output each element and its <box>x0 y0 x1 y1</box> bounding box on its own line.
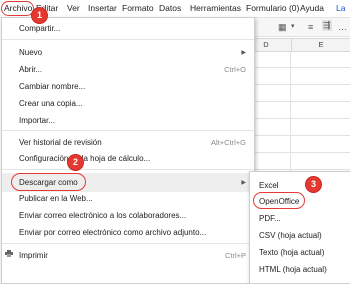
grid-icon[interactable]: ▦ <box>278 22 287 33</box>
step-badge-3: 3 <box>306 177 321 192</box>
highlight-ring-archivo <box>1 1 34 16</box>
menu-item-configuracion[interactable]: Configuración de la hoja de cálculo... <box>19 154 150 163</box>
menu-item-cambiar-nombre[interactable]: Cambiar nombre... <box>19 82 85 91</box>
menu-formulario[interactable]: Formulario (0) <box>246 3 299 13</box>
submenu-item-csv[interactable]: CSV (hoja actual) <box>259 231 322 240</box>
menu-separator <box>2 169 254 170</box>
menu-last-edit-link[interactable]: La <box>336 3 345 13</box>
menu-item-enviar-adjunto[interactable]: Enviar por correo electrónico como archi… <box>19 228 206 237</box>
menu-separator <box>2 39 254 40</box>
menu-item-enviar-colaboradores[interactable]: Enviar correo electrónico a los colabora… <box>19 211 186 220</box>
menu-item-imprimir[interactable]: Imprimir <box>19 251 48 260</box>
menu-ayuda[interactable]: Ayuda <box>300 3 324 13</box>
menu-separator <box>2 243 254 244</box>
submenu-item-excel[interactable]: Excel <box>259 181 279 190</box>
download-submenu: Excel OpenOffice PDF... CSV (hoja actual… <box>249 171 350 284</box>
submenu-item-pdf[interactable]: PDF... <box>259 214 281 223</box>
menu-item-publicar[interactable]: Publicar en la Web... <box>19 194 93 203</box>
dropdown-icon[interactable]: ▾ <box>291 22 295 30</box>
toolbar <box>240 18 350 37</box>
submenu-arrow-icon: ▶ <box>241 50 246 56</box>
menu-item-crear-copia[interactable]: Crear una copia... <box>19 99 83 108</box>
step-badge-2: 2 <box>68 155 83 170</box>
printer-icon <box>5 250 13 257</box>
submenu-item-html[interactable]: HTML (hoja actual) <box>259 265 327 274</box>
submenu-item-texto[interactable]: Texto (hoja actual) <box>259 248 324 257</box>
column-header-e[interactable]: E <box>291 38 350 52</box>
menu-bar: Archivo Editar Ver Insertar Formato Dato… <box>0 0 350 18</box>
step-badge-1: 1 <box>32 8 47 23</box>
shortcut-abrir: Ctrl+O <box>224 65 246 74</box>
menu-item-abrir[interactable]: Abrir... <box>19 65 42 74</box>
menu-datos[interactable]: Datos <box>159 3 181 13</box>
menu-insertar[interactable]: Insertar <box>88 3 117 13</box>
menu-ver[interactable]: Ver <box>67 3 80 13</box>
menu-item-nuevo[interactable]: Nuevo <box>19 48 42 57</box>
more-icon[interactable]: … <box>338 22 347 32</box>
shortcut-historial: Alt+Ctrl+G <box>210 138 246 147</box>
submenu-arrow-icon: ▶ <box>241 180 246 186</box>
highlight-ring-descargar <box>11 173 86 191</box>
menu-item-compartir[interactable]: Compartir... <box>19 24 60 33</box>
shortcut-imprimir: Ctrl+P <box>224 251 246 260</box>
menu-item-historial[interactable]: Ver historial de revisión <box>19 138 102 147</box>
menu-item-importar[interactable]: Importar... <box>19 116 55 125</box>
file-menu: Compartir... Nuevo ▶ Abrir... Ctrl+O Cam… <box>1 17 255 284</box>
menu-separator <box>2 130 254 131</box>
wrap-icon[interactable]: ⇶ <box>322 20 332 31</box>
align-icon[interactable]: ≡ <box>308 22 313 32</box>
menu-herramientas[interactable]: Herramientas <box>190 3 241 13</box>
highlight-ring-openoffice <box>253 192 305 209</box>
menu-formato[interactable]: Formato <box>122 3 154 13</box>
